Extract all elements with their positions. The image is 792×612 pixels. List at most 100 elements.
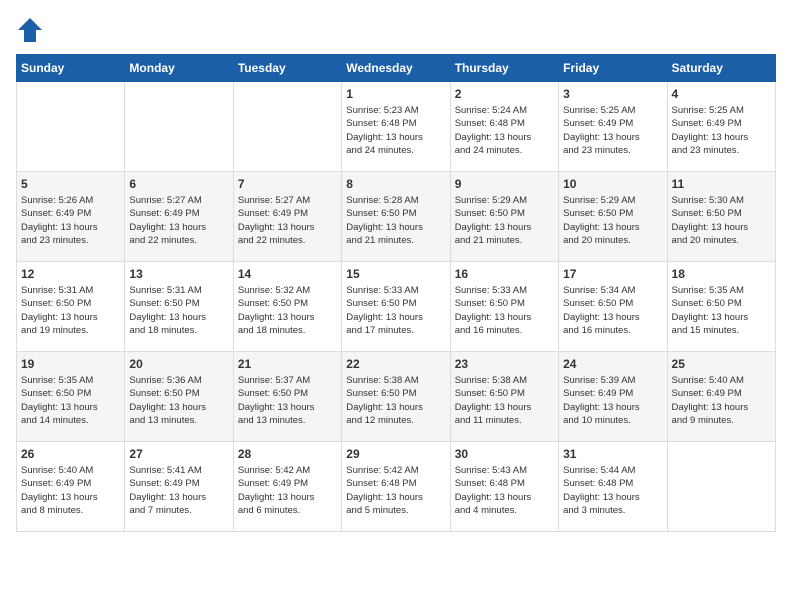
calendar-table: SundayMondayTuesdayWednesdayThursdayFrid… — [16, 54, 776, 532]
day-number: 23 — [455, 357, 554, 371]
day-info: Sunrise: 5:35 AM Sunset: 6:50 PM Dayligh… — [672, 284, 771, 337]
calendar-cell: 26 Sunrise: 5:40 AM Sunset: 6:49 PM Dayli… — [17, 442, 125, 532]
day-number: 30 — [455, 447, 554, 461]
week-row-4: 19 Sunrise: 5:35 AM Sunset: 6:50 PM Dayli… — [17, 352, 776, 442]
calendar-cell: 4 Sunrise: 5:25 AM Sunset: 6:49 PM Daylig… — [667, 82, 775, 172]
day-number: 7 — [238, 177, 337, 191]
day-info: Sunrise: 5:23 AM Sunset: 6:48 PM Dayligh… — [346, 104, 445, 157]
day-number: 18 — [672, 267, 771, 281]
col-header-saturday: Saturday — [667, 55, 775, 82]
calendar-cell: 11 Sunrise: 5:30 AM Sunset: 6:50 PM Dayli… — [667, 172, 775, 262]
col-header-monday: Monday — [125, 55, 233, 82]
day-number: 19 — [21, 357, 120, 371]
day-info: Sunrise: 5:33 AM Sunset: 6:50 PM Dayligh… — [455, 284, 554, 337]
day-info: Sunrise: 5:24 AM Sunset: 6:48 PM Dayligh… — [455, 104, 554, 157]
day-number: 11 — [672, 177, 771, 191]
week-row-2: 5Sunrise: 5:26 AM Sunset: 6:49 PM Daylig… — [17, 172, 776, 262]
calendar-header-row: SundayMondayTuesdayWednesdayThursdayFrid… — [17, 55, 776, 82]
calendar-cell: 25 Sunrise: 5:40 AM Sunset: 6:49 PM Dayli… — [667, 352, 775, 442]
day-number: 4 — [672, 87, 771, 101]
day-info: Sunrise: 5:28 AM Sunset: 6:50 PM Dayligh… — [346, 194, 445, 247]
day-number: 10 — [563, 177, 662, 191]
day-info: Sunrise: 5:31 AM Sunset: 6:50 PM Dayligh… — [21, 284, 120, 337]
week-row-5: 26 Sunrise: 5:40 AM Sunset: 6:49 PM Dayli… — [17, 442, 776, 532]
week-row-3: 12 Sunrise: 5:31 AM Sunset: 6:50 PM Dayli… — [17, 262, 776, 352]
day-info: Sunrise: 5:42 AM Sunset: 6:48 PM Dayligh… — [346, 464, 445, 517]
day-number: 25 — [672, 357, 771, 371]
day-info: Sunrise: 5:29 AM Sunset: 6:50 PM Dayligh… — [563, 194, 662, 247]
day-number: 22 — [346, 357, 445, 371]
col-header-friday: Friday — [559, 55, 667, 82]
logo — [16, 16, 48, 44]
col-header-tuesday: Tuesday — [233, 55, 341, 82]
day-number: 6 — [129, 177, 228, 191]
day-info: Sunrise: 5:27 AM Sunset: 6:49 PM Dayligh… — [238, 194, 337, 247]
day-number: 17 — [563, 267, 662, 281]
day-info: Sunrise: 5:33 AM Sunset: 6:50 PM Dayligh… — [346, 284, 445, 337]
day-info: Sunrise: 5:40 AM Sunset: 6:49 PM Dayligh… — [21, 464, 120, 517]
day-info: Sunrise: 5:30 AM Sunset: 6:50 PM Dayligh… — [672, 194, 771, 247]
day-info: Sunrise: 5:31 AM Sunset: 6:50 PM Dayligh… — [129, 284, 228, 337]
calendar-cell: 21 Sunrise: 5:37 AM Sunset: 6:50 PM Dayli… — [233, 352, 341, 442]
day-number: 31 — [563, 447, 662, 461]
day-info: Sunrise: 5:29 AM Sunset: 6:50 PM Dayligh… — [455, 194, 554, 247]
day-number: 20 — [129, 357, 228, 371]
day-info: Sunrise: 5:25 AM Sunset: 6:49 PM Dayligh… — [672, 104, 771, 157]
day-number: 26 — [21, 447, 120, 461]
col-header-wednesday: Wednesday — [342, 55, 450, 82]
day-number: 8 — [346, 177, 445, 191]
calendar-cell — [17, 82, 125, 172]
day-number: 1 — [346, 87, 445, 101]
calendar-cell: 19 Sunrise: 5:35 AM Sunset: 6:50 PM Dayli… — [17, 352, 125, 442]
calendar-cell: 14 Sunrise: 5:32 AM Sunset: 6:50 PM Dayli… — [233, 262, 341, 352]
day-number: 24 — [563, 357, 662, 371]
day-info: Sunrise: 5:44 AM Sunset: 6:48 PM Dayligh… — [563, 464, 662, 517]
calendar-cell: 5Sunrise: 5:26 AM Sunset: 6:49 PM Daylig… — [17, 172, 125, 262]
calendar-cell: 23 Sunrise: 5:38 AM Sunset: 6:50 PM Dayli… — [450, 352, 558, 442]
day-info: Sunrise: 5:40 AM Sunset: 6:49 PM Dayligh… — [672, 374, 771, 427]
day-number: 21 — [238, 357, 337, 371]
calendar-cell: 15 Sunrise: 5:33 AM Sunset: 6:50 PM Dayli… — [342, 262, 450, 352]
calendar-cell: 17 Sunrise: 5:34 AM Sunset: 6:50 PM Dayli… — [559, 262, 667, 352]
calendar-cell: 24Sunrise: 5:39 AM Sunset: 6:49 PM Dayli… — [559, 352, 667, 442]
day-number: 9 — [455, 177, 554, 191]
calendar-cell: 7 Sunrise: 5:27 AM Sunset: 6:49 PM Daylig… — [233, 172, 341, 262]
day-info: Sunrise: 5:27 AM Sunset: 6:49 PM Dayligh… — [129, 194, 228, 247]
calendar-cell: 27 Sunrise: 5:41 AM Sunset: 6:49 PM Dayli… — [125, 442, 233, 532]
day-info: Sunrise: 5:37 AM Sunset: 6:50 PM Dayligh… — [238, 374, 337, 427]
col-header-sunday: Sunday — [17, 55, 125, 82]
day-info: Sunrise: 5:32 AM Sunset: 6:50 PM Dayligh… — [238, 284, 337, 337]
calendar-cell: 22 Sunrise: 5:38 AM Sunset: 6:50 PM Dayli… — [342, 352, 450, 442]
day-info: Sunrise: 5:35 AM Sunset: 6:50 PM Dayligh… — [21, 374, 120, 427]
calendar-cell: 8 Sunrise: 5:28 AM Sunset: 6:50 PM Daylig… — [342, 172, 450, 262]
day-number: 29 — [346, 447, 445, 461]
calendar-cell: 16Sunrise: 5:33 AM Sunset: 6:50 PM Dayli… — [450, 262, 558, 352]
calendar-cell: 30 Sunrise: 5:43 AM Sunset: 6:48 PM Dayli… — [450, 442, 558, 532]
day-number: 13 — [129, 267, 228, 281]
calendar-cell: 13 Sunrise: 5:31 AM Sunset: 6:50 PM Dayli… — [125, 262, 233, 352]
day-info: Sunrise: 5:25 AM Sunset: 6:49 PM Dayligh… — [563, 104, 662, 157]
day-number: 3 — [563, 87, 662, 101]
day-info: Sunrise: 5:38 AM Sunset: 6:50 PM Dayligh… — [346, 374, 445, 427]
col-header-thursday: Thursday — [450, 55, 558, 82]
day-info: Sunrise: 5:38 AM Sunset: 6:50 PM Dayligh… — [455, 374, 554, 427]
day-number: 14 — [238, 267, 337, 281]
day-number: 27 — [129, 447, 228, 461]
calendar-cell — [667, 442, 775, 532]
day-info: Sunrise: 5:41 AM Sunset: 6:49 PM Dayligh… — [129, 464, 228, 517]
day-info: Sunrise: 5:34 AM Sunset: 6:50 PM Dayligh… — [563, 284, 662, 337]
week-row-1: 1 Sunrise: 5:23 AM Sunset: 6:48 PM Daylig… — [17, 82, 776, 172]
calendar-cell: 20Sunrise: 5:36 AM Sunset: 6:50 PM Dayli… — [125, 352, 233, 442]
calendar-cell: 10 Sunrise: 5:29 AM Sunset: 6:50 PM Dayli… — [559, 172, 667, 262]
day-number: 12 — [21, 267, 120, 281]
day-number: 15 — [346, 267, 445, 281]
page-header — [16, 16, 776, 44]
calendar-cell: 29 Sunrise: 5:42 AM Sunset: 6:48 PM Dayli… — [342, 442, 450, 532]
calendar-cell — [233, 82, 341, 172]
calendar-cell: 31 Sunrise: 5:44 AM Sunset: 6:48 PM Dayli… — [559, 442, 667, 532]
day-number: 28 — [238, 447, 337, 461]
day-info: Sunrise: 5:43 AM Sunset: 6:48 PM Dayligh… — [455, 464, 554, 517]
day-number: 5 — [21, 177, 120, 191]
calendar-cell — [125, 82, 233, 172]
calendar-cell: 18 Sunrise: 5:35 AM Sunset: 6:50 PM Dayli… — [667, 262, 775, 352]
